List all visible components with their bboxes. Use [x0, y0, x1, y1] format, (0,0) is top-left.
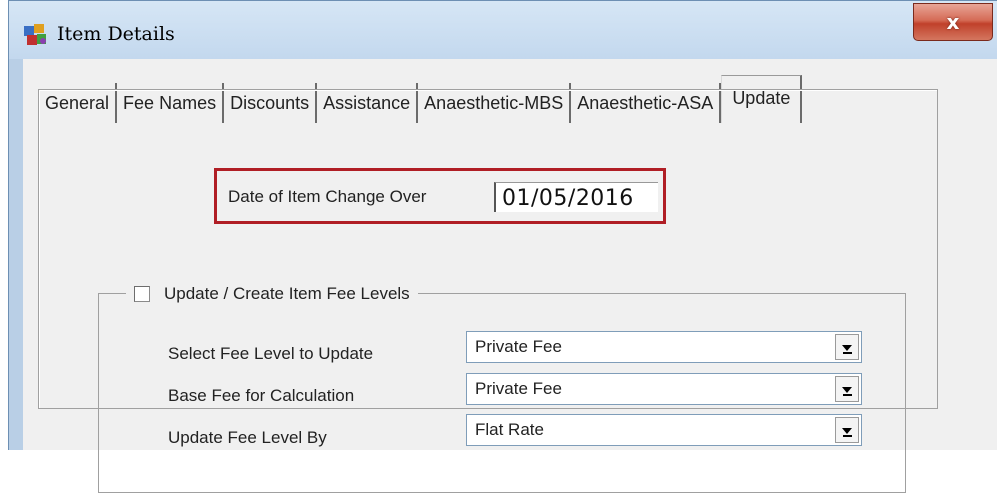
fee-levels-group-legend: Update / Create Item Fee Levels: [126, 282, 418, 306]
select-fee-level-value: Private Fee: [475, 337, 562, 356]
close-button[interactable]: x: [913, 3, 993, 41]
chevron-down-icon[interactable]: [835, 376, 859, 402]
close-icon: x: [946, 10, 960, 34]
base-fee-label: Base Fee for Calculation: [168, 386, 355, 405]
update-fee-levels-label: Update / Create Item Fee Levels: [164, 284, 410, 303]
window-title: Item Details: [57, 23, 175, 45]
chevron-down-icon[interactable]: [835, 334, 859, 360]
update-fee-level-by-value: Flat Rate: [475, 420, 544, 439]
base-fee-value: Private Fee: [475, 379, 562, 398]
date-change-over-input[interactable]: 01/05/2016: [494, 182, 658, 212]
select-fee-level-label: Select Fee Level to Update: [168, 344, 374, 363]
update-fee-level-by-dropdown[interactable]: Flat Rate: [466, 414, 862, 446]
background-strip: [0, 0, 8, 450]
date-change-over-label: Date of Item Change Over: [228, 187, 427, 206]
base-fee-dropdown[interactable]: Private Fee: [466, 373, 862, 405]
update-fee-levels-checkbox[interactable]: [134, 286, 150, 302]
select-fee-level-dropdown[interactable]: Private Fee: [466, 331, 862, 363]
update-fee-level-by-label: Update Fee Level By: [168, 428, 327, 447]
app-icon: [24, 24, 46, 45]
chevron-down-icon[interactable]: [835, 417, 859, 443]
title-bar: Item Details x: [9, 1, 997, 59]
